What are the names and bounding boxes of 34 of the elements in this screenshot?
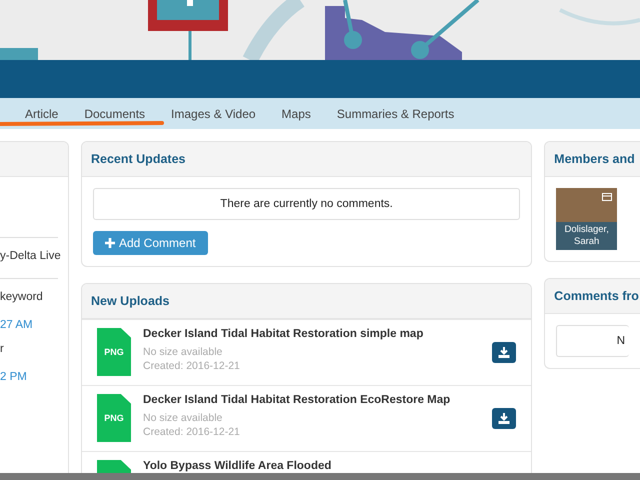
file-size: No size available	[143, 411, 224, 425]
download-button[interactable]	[492, 408, 516, 429]
empty-message: N	[556, 325, 629, 357]
nav-tab[interactable]: Maps	[282, 106, 311, 120]
download-icon	[498, 413, 510, 424]
nav-tab[interactable]: Summaries & Reports	[336, 106, 454, 120]
photo-placeholder[interactable]: Dolislager, Sarah	[556, 188, 618, 250]
plus-icon	[105, 238, 115, 248]
file-type: PNG	[104, 413, 124, 423]
nav-tab[interactable]: Images & Video	[171, 106, 256, 120]
empty-message: There are currently no comments.	[93, 188, 520, 220]
panel-text: r	[0, 343, 5, 355]
file-size: No size available	[143, 345, 224, 359]
file-date: Created: 2016-12-21	[143, 425, 241, 439]
download-icon	[498, 347, 510, 358]
panel-text: keyword	[0, 291, 44, 303]
file-type: PNG	[104, 347, 124, 357]
card-icon	[602, 193, 612, 201]
panel-title: Members and	[554, 152, 635, 166]
nav-tab[interactable]: Article	[25, 106, 58, 120]
download-button[interactable]	[492, 342, 516, 363]
panel-text: y-Delta Live	[0, 250, 58, 262]
panel-link[interactable]: 27 AM	[0, 319, 58, 331]
file-name[interactable]: Decker Island Tidal Habitat Restoration EcoRestore Map	[143, 394, 492, 406]
panel-link[interactable]: 2 PM	[0, 371, 58, 383]
file-name[interactable]: Decker Island Tidal Habitat Restoration simple map	[143, 328, 492, 340]
nav-tab[interactable]: Documents	[84, 106, 146, 120]
scrollbar[interactable]	[0, 473, 640, 480]
panel-title: New Uploads	[91, 294, 170, 308]
panel-title: Recent Updates	[91, 152, 186, 166]
file-date: Created: 2016-12-21	[143, 359, 241, 373]
member-name: Dolislager, Sarah	[556, 222, 618, 250]
panel-title: Comments fro	[554, 289, 639, 303]
file-name[interactable]: Yolo Bypass Wildlife Area Flooded	[143, 460, 492, 472]
